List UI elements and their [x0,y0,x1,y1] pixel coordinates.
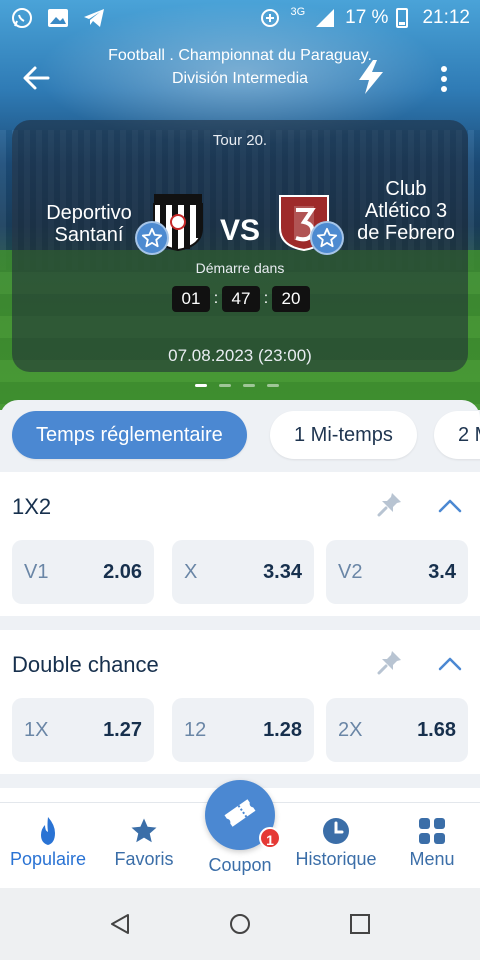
starts-in-label: Démarre dans [195,260,285,276]
lightning-icon[interactable] [355,58,387,96]
battery-percent: 17 % [345,7,389,28]
odd-label: X [184,561,198,583]
chevron-up-icon[interactable] [436,492,464,520]
countdown-seconds: 20 [272,286,310,312]
carousel-dot[interactable] [243,384,255,387]
odd-value: 1.68 [417,719,456,741]
match-card: Tour 20. Deportivo Santaní Club Atlético… [12,120,468,372]
vs-label: VS [219,214,261,247]
odd-label: 2X [338,719,363,741]
countdown-hours: 01 [172,286,210,312]
carousel-dot[interactable] [219,384,231,387]
nav-label: Coupon [208,855,272,875]
android-back-icon[interactable] [108,912,132,941]
chevron-up-icon[interactable] [436,650,464,678]
coupon-count-badge: 1 [259,827,281,849]
odd-label: 1X [24,719,49,741]
pin-icon[interactable] [376,490,404,518]
odd-value: 1.27 [103,719,142,741]
market-title: Double chance [12,652,159,677]
battery-icon [396,8,409,28]
android-home-icon[interactable] [228,912,252,941]
nav-menu[interactable]: Menu [396,815,468,870]
favorite-away-star-icon[interactable] [310,221,344,255]
flame-icon [33,815,63,847]
countdown-separator: : [213,290,219,307]
odd-value: 3.4 [428,561,456,583]
nav-favorites[interactable]: Favoris [104,815,184,870]
carousel-dot[interactable] [267,384,279,387]
period-tabs: Temps réglementaire 1 Mi-temps 2 M [0,400,480,472]
back-arrow-icon[interactable] [20,62,52,94]
league-title: Football . Championnat du Paraguay. Divi… [108,47,372,87]
countdown-minutes: 47 [222,286,260,312]
whatsapp-icon [10,7,34,29]
market-title: 1X2 [12,494,52,519]
odd-label: V1 [24,561,49,583]
clock-icon [321,815,351,847]
status-bar: 3G 17 % 21:12 [0,0,480,36]
nav-popular[interactable]: Populaire [8,815,88,870]
odd-value: 3.34 [263,561,302,583]
network-type: 3G [290,6,306,18]
odd-button[interactable]: 1X 1.27 [12,698,154,762]
carousel-indicator [195,384,279,387]
android-nav-bar [0,888,480,960]
odd-label: 12 [184,719,207,741]
market-1x2: 1X2 V1 2.06 X 3.34 V2 3.4 [0,472,480,616]
pin-icon[interactable] [376,648,404,676]
telegram-icon [82,7,106,29]
odd-button[interactable]: 2X 1.68 [326,698,468,762]
odd-button[interactable]: X 3.34 [172,540,314,604]
android-recents-icon[interactable] [348,912,372,941]
nav-label: Populaire [9,849,87,869]
favorite-home-star-icon[interactable] [135,221,169,255]
nav-label: Historique [295,849,377,869]
tab-first-half[interactable]: 1 Mi-temps [270,411,417,459]
data-saver-icon [258,7,282,29]
countdown-timer: 01 : 47 : 20 [172,286,310,312]
market-double-chance: Double chance 1X 1.27 12 1.28 2X 1.68 [0,630,480,774]
odd-button[interactable]: V1 2.06 [12,540,154,604]
tab-second-half[interactable]: 2 M [434,411,480,459]
odd-button[interactable]: 12 1.28 [172,698,314,762]
signal-icon [313,7,337,29]
ticket-icon [221,796,259,835]
away-team-name: Club Atlético 3 de Febrero [357,178,455,244]
nav-coupon[interactable]: Coupon [200,855,280,876]
more-vert-icon[interactable] [432,64,456,94]
grid-menu-icon [417,815,447,847]
odd-value: 1.28 [263,719,302,741]
round-label: Tour 20. [212,132,268,149]
odd-value: 2.06 [103,561,142,583]
odd-button[interactable]: V2 3.4 [326,540,468,604]
carousel-dot[interactable] [195,384,207,387]
odd-label: V2 [338,561,363,583]
gallery-icon [46,7,70,29]
top-nav: Football . Championnat du Paraguay. Divi… [0,40,480,116]
clock: 21:12 [422,7,470,28]
nav-history[interactable]: Historique [290,815,382,870]
nav-label: Menu [409,849,455,869]
tab-regular-time[interactable]: Temps réglementaire [12,411,247,459]
match-date: 07.08.2023 (23:00) [168,346,312,365]
countdown-separator: : [263,290,269,307]
nav-label: Favoris [114,849,174,869]
star-icon [129,815,159,847]
